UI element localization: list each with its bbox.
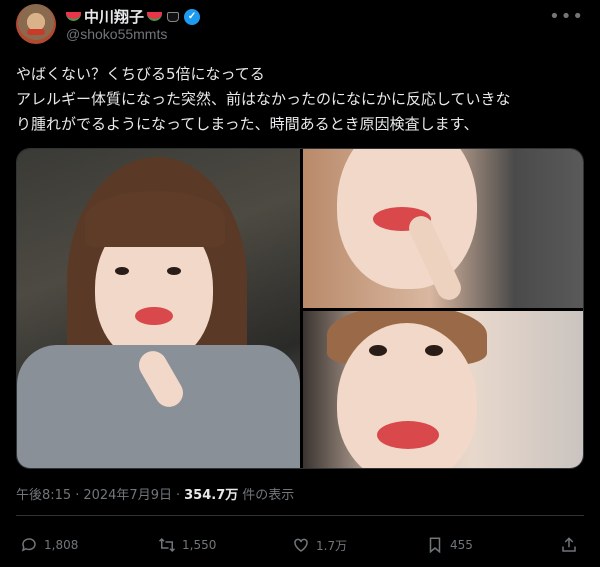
share-button[interactable] [560, 532, 578, 558]
like-button[interactable]: 1.7万 [292, 532, 347, 558]
photo-2[interactable] [303, 149, 583, 308]
media-grid [16, 148, 584, 469]
like-count: 1.7万 [316, 538, 348, 553]
author-handle[interactable]: @shoko55mmts [66, 26, 167, 42]
avatar[interactable] [16, 4, 56, 44]
photo-3[interactable] [303, 311, 583, 468]
reply-count: 1,808 [44, 538, 79, 552]
tweet-line: り腫れがでるようになってしまった、時間あるとき原因検査します、 [16, 115, 479, 133]
black-cat-icon [167, 11, 180, 22]
meta-separator: · [75, 488, 80, 503]
tweet-time[interactable]: 午後8:15 [16, 484, 71, 503]
share-icon [562, 537, 576, 552]
heart-icon [294, 538, 308, 552]
tweet-header: 中川翔子 ✓ @shoko55mmts ••• [16, 4, 584, 48]
watermelon-icon [147, 12, 163, 21]
reply-icon [21, 538, 36, 552]
photo-1[interactable] [17, 149, 300, 468]
tweet-date[interactable]: 2024年7月9日 [83, 484, 172, 503]
watermelon-icon [66, 12, 81, 21]
bookmark-button[interactable]: 455 [426, 532, 473, 558]
view-count: 354.7万 [184, 488, 239, 503]
author-display-name[interactable]: 中川翔子 [84, 6, 144, 27]
author-name-row[interactable]: 中川翔子 ✓ [66, 6, 201, 27]
repost-button[interactable]: 1,550 [158, 532, 216, 558]
reply-button[interactable]: 1,808 [20, 532, 78, 558]
repost-icon [158, 537, 176, 553]
tweet-meta: 午後8:15 · 2024年7月9日 · 354.7万 件の表示 [16, 484, 294, 503]
repost-count: 1,550 [182, 538, 217, 552]
divider [16, 515, 584, 516]
bookmark-icon [429, 537, 441, 554]
tweet-line: アレルギー体質になった突然、前はなかったのになにかに反応していきな [16, 90, 511, 108]
more-options-icon[interactable]: ••• [549, 6, 584, 27]
action-bar: 1,808 1,550 1.7万 455 [16, 532, 584, 558]
tweet-text: やばくない？くちびる5倍になってる アレルギー体質になった突然、前はなかったのに… [16, 62, 586, 137]
bookmark-count: 455 [450, 538, 473, 552]
verified-badge-icon: ✓ [184, 8, 201, 25]
tweet-line: やばくない？くちびる5倍になってる [16, 65, 265, 83]
views-label: 件の表示 [242, 488, 295, 503]
meta-separator: · [175, 488, 181, 503]
